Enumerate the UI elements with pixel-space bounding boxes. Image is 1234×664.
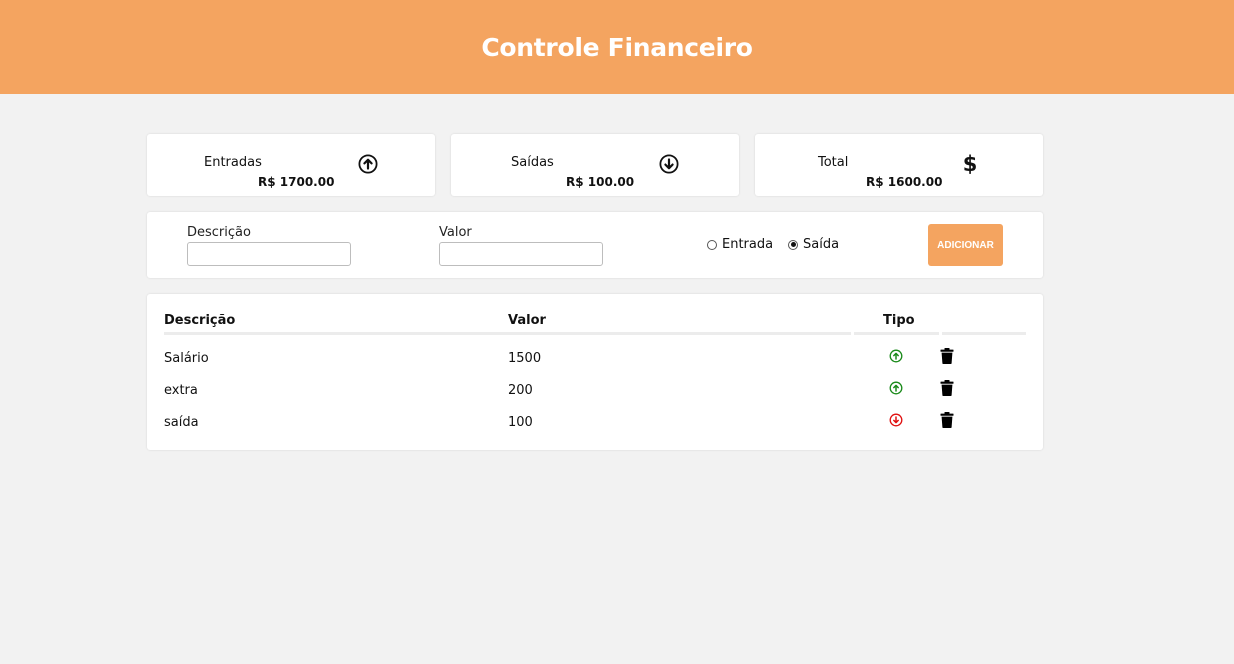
description-input[interactable] <box>187 242 351 266</box>
value-label: Valor <box>439 225 472 240</box>
row-description: saída <box>164 415 199 430</box>
summary-value: R$ 1700.00 <box>258 175 335 189</box>
page-title: Controle Financeiro <box>481 32 753 62</box>
value-input[interactable] <box>439 242 603 266</box>
row-description: extra <box>164 383 198 398</box>
income-arrow-up-icon <box>889 381 903 395</box>
expense-arrow-down-icon <box>889 413 903 427</box>
description-label: Descrição <box>187 225 251 240</box>
column-header-valor: Valor <box>508 313 546 328</box>
summary-card-total: Total R$ 1600.00 $ <box>755 134 1043 196</box>
row-description: Salário <box>164 351 209 366</box>
transactions-table: Descrição Valor Tipo Salário 1500 extra … <box>147 294 1043 450</box>
radio-entrada-label: Entrada <box>722 237 774 252</box>
header-divider <box>854 332 939 335</box>
summary-label: Entradas <box>204 155 262 170</box>
radio-saida-label: Saída <box>803 237 840 252</box>
arrow-circle-up-icon <box>358 154 378 174</box>
header-divider <box>164 332 851 335</box>
dollar-icon: $ <box>963 153 978 175</box>
summary-card-saidas: Saídas R$ 100.00 <box>451 134 739 196</box>
row-value: 100 <box>508 415 533 430</box>
radio-entrada[interactable]: Entrada <box>707 237 773 252</box>
summary-value: R$ 100.00 <box>566 175 635 189</box>
column-header-tipo: Tipo <box>883 313 915 328</box>
row-value: 1500 <box>508 351 542 366</box>
summary-label: Total <box>818 155 849 170</box>
svg-text:$: $ <box>963 153 978 175</box>
radio-saida[interactable]: Saída <box>788 237 839 252</box>
column-header-descricao: Descrição <box>164 313 236 328</box>
income-arrow-up-icon <box>889 349 903 363</box>
trash-icon[interactable] <box>940 380 954 396</box>
summary-card-entradas: Entradas R$ 1700.00 <box>147 134 435 196</box>
radio-entrada-control[interactable] <box>707 239 717 250</box>
header-divider <box>942 332 1026 335</box>
arrow-circle-down-icon <box>659 154 679 174</box>
row-value: 200 <box>508 383 533 398</box>
radio-saida-control[interactable] <box>788 239 798 250</box>
transaction-form: Descrição Valor Entrada Saída ADICIONAR <box>147 212 1043 278</box>
trash-icon[interactable] <box>940 348 954 364</box>
app-header: Controle Financeiro <box>0 0 1234 94</box>
summary-label: Saídas <box>511 155 554 170</box>
summary-value: R$ 1600.00 <box>866 175 943 189</box>
add-button[interactable]: ADICIONAR <box>928 224 1003 266</box>
trash-icon[interactable] <box>940 412 954 428</box>
